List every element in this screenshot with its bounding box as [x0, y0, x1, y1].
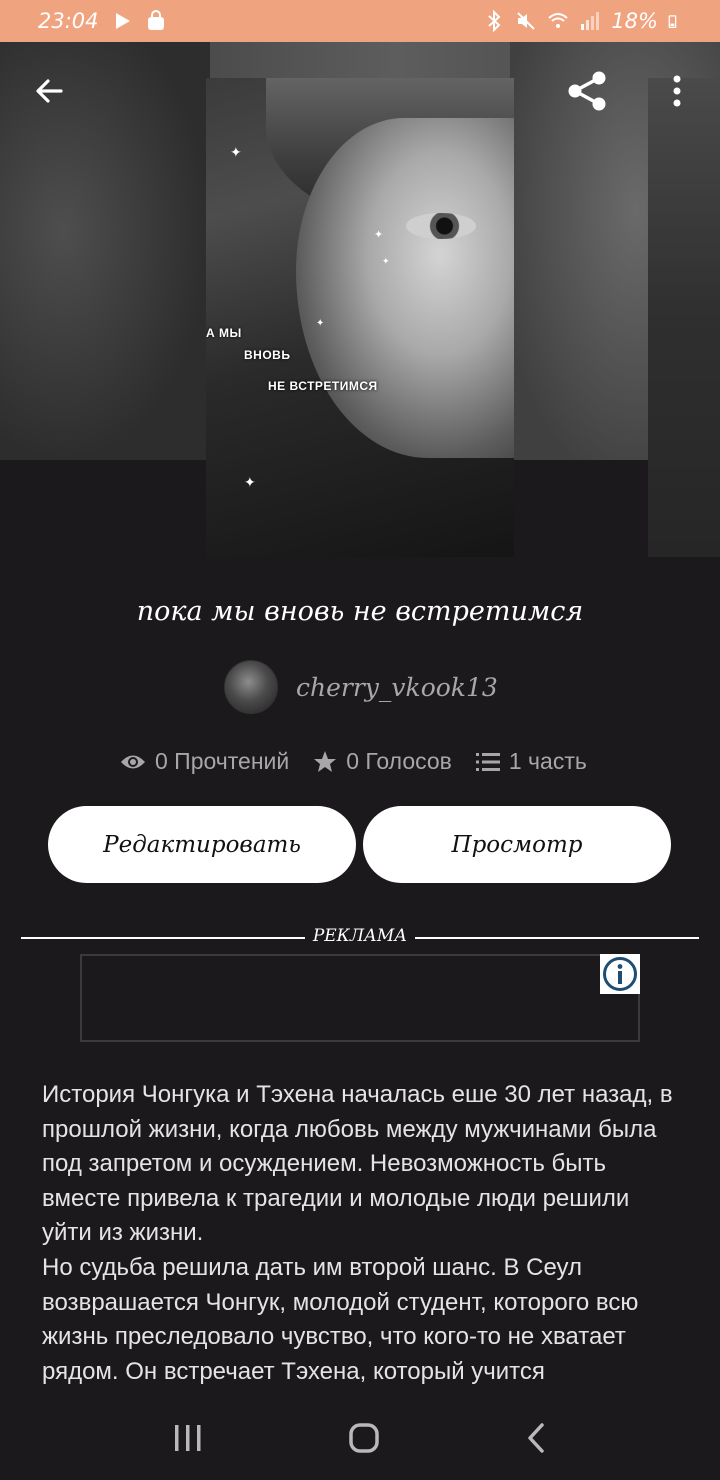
status-time: 23:04: [38, 9, 99, 33]
mute-icon: [517, 12, 536, 30]
description-paragraph: Но судьба решила дать им второй шанс. В …: [42, 1253, 639, 1385]
battery-percent: 18%: [611, 9, 658, 33]
ad-label: РЕКЛАМА: [312, 926, 408, 946]
parts-stat: 1 часть: [475, 748, 587, 775]
ad-banner[interactable]: [80, 954, 640, 1042]
votes-count: 0 Голосов: [346, 748, 452, 774]
bluetooth-icon: [488, 10, 501, 32]
reads-count: 0 Прочтений: [155, 748, 290, 774]
info-icon: [603, 957, 637, 991]
sparkle-icon: ✦: [244, 474, 256, 490]
back-button[interactable]: [22, 64, 76, 118]
ad-divider-left: [21, 937, 305, 939]
play-store-icon: [115, 13, 130, 29]
story-title: пока мы вновь не встретимся: [136, 596, 584, 627]
share-icon: [568, 71, 606, 111]
more-options-button[interactable]: [650, 64, 704, 118]
list-icon: [475, 752, 500, 771]
home-icon: [349, 1422, 379, 1453]
star-icon: [314, 750, 337, 772]
story-description: История Чонгука и Тэхена началась еше 30…: [42, 1078, 682, 1389]
battery-icon: [668, 15, 677, 28]
eye-icon: [121, 755, 145, 768]
author-name[interactable]: cherry_vkook13: [296, 673, 498, 702]
votes-stat: 0 Голосов: [313, 748, 452, 775]
description-paragraph: История Чонгука и Тэхена началась еше 30…: [42, 1081, 673, 1247]
share-button[interactable]: [560, 64, 614, 118]
story-stats: 0 Прочтений 0 Голосов 1 часть: [120, 748, 587, 775]
sparkle-icon: ✦: [230, 144, 242, 160]
reads-stat: 0 Прочтений: [120, 748, 289, 775]
cover-text-line: А МЫ: [206, 326, 242, 340]
status-bar: 23:04 18%: [0, 0, 720, 42]
home-button[interactable]: [348, 1422, 380, 1459]
recents-icon: [174, 1424, 201, 1451]
nav-back-button[interactable]: [525, 1422, 547, 1459]
parts-count: 1 часть: [508, 748, 587, 774]
signal-icon: [581, 12, 600, 30]
story-cover[interactable]: ✦ ✦ ✦ ✦ ✦ А МЫ ВНОВЬ НЕ ВСТРЕТИМСЯ: [206, 78, 514, 557]
wifi-icon: [548, 13, 568, 28]
ad-info-button[interactable]: [600, 954, 640, 994]
sparkle-icon: ✦: [316, 318, 325, 329]
cover-text-line: НЕ ВСТРЕТИМСЯ: [268, 379, 378, 393]
system-nav-bar: [0, 1400, 720, 1480]
ad-divider-right: [415, 937, 699, 939]
view-button[interactable]: Просмотр: [363, 806, 671, 883]
nav-back-icon: [528, 1422, 545, 1453]
sparkle-icon: ✦: [382, 256, 390, 266]
author-row[interactable]: cherry_vkook13: [224, 660, 498, 714]
shopping-bag-icon: [147, 10, 164, 30]
cover-eye: [406, 213, 476, 239]
sparkle-icon: ✦: [374, 229, 384, 241]
edit-button[interactable]: Редактировать: [48, 806, 356, 883]
back-arrow-icon: [36, 79, 63, 103]
cover-text-line: ВНОВЬ: [244, 348, 291, 362]
avatar[interactable]: [224, 660, 278, 714]
next-cover-preview[interactable]: [648, 78, 720, 557]
recents-button[interactable]: [173, 1424, 203, 1457]
more-vertical-icon: [673, 75, 681, 107]
cover-face: [296, 118, 514, 458]
